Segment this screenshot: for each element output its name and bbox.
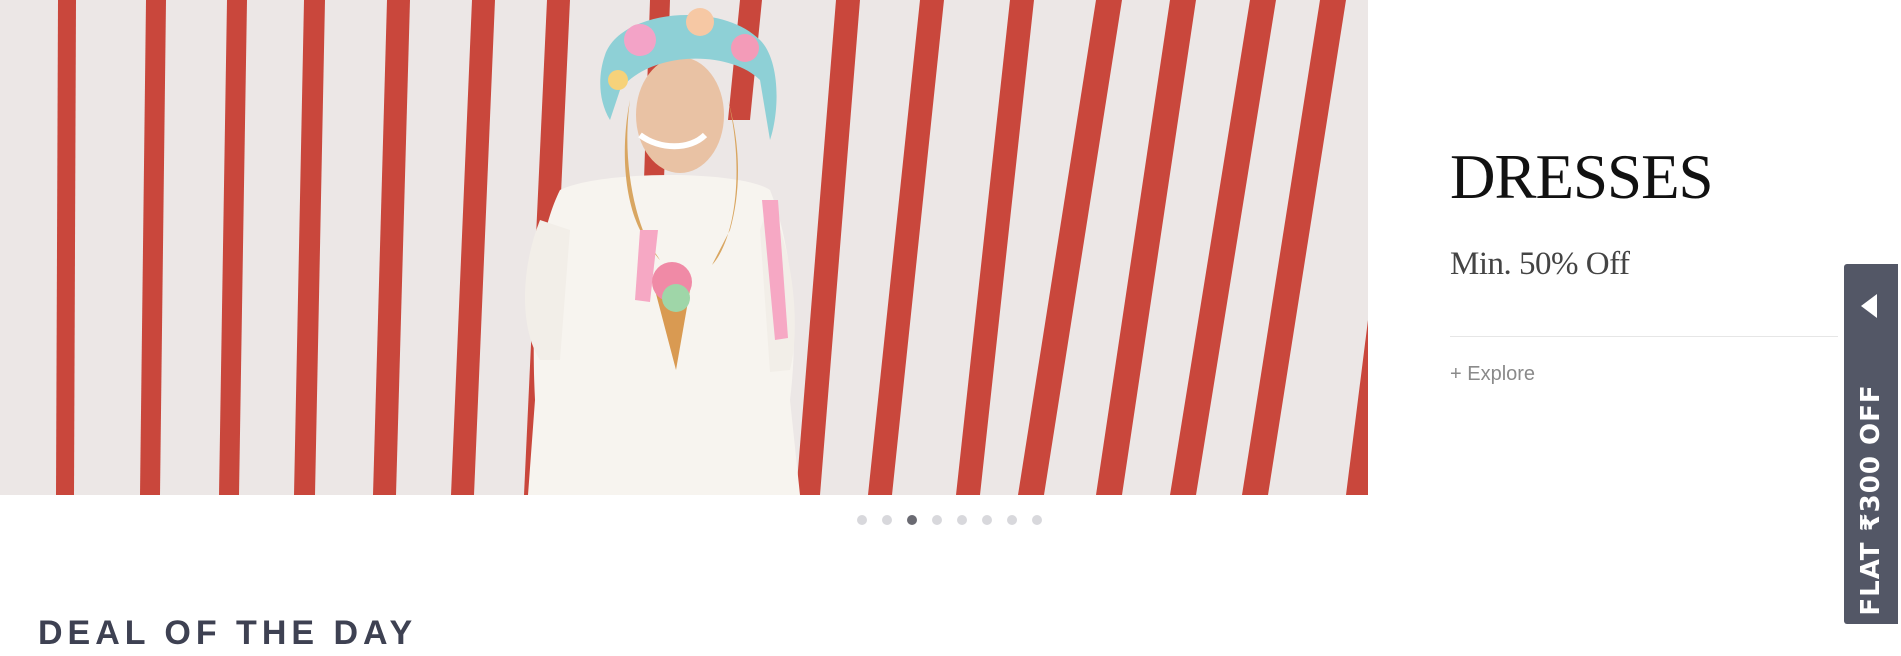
promo-divider — [1450, 336, 1838, 337]
flat-offer-tab[interactable]: FLAT ₹300 OFF — [1844, 264, 1898, 624]
promo-title: DRESSES — [1450, 142, 1714, 212]
promo-subtitle: Min. 50% Off — [1450, 246, 1630, 282]
page: DRESSES Min. 50% Off + Explore DEAL OF T… — [0, 0, 1901, 656]
carousel-dot-active[interactable] — [907, 515, 917, 525]
hero-photo — [0, 0, 1368, 495]
carousel-dot[interactable] — [932, 515, 942, 525]
carousel-dot[interactable] — [882, 515, 892, 525]
triangle-left-icon[interactable] — [1861, 294, 1877, 318]
carousel-pagination — [857, 515, 1042, 525]
offer-tab-label: FLAT ₹300 OFF — [1856, 384, 1886, 616]
carousel-dot[interactable] — [982, 515, 992, 525]
carousel-dot[interactable] — [1032, 515, 1042, 525]
hero-banner-image[interactable] — [0, 0, 1368, 495]
carousel-dot[interactable] — [957, 515, 967, 525]
explore-link[interactable]: + Explore — [1450, 363, 1535, 386]
carousel-dot[interactable] — [857, 515, 867, 525]
promo-panel: DRESSES Min. 50% Off + Explore — [1368, 0, 1858, 495]
deal-of-the-day-heading: DEAL OF THE DAY — [38, 614, 418, 652]
carousel-dot[interactable] — [1007, 515, 1017, 525]
